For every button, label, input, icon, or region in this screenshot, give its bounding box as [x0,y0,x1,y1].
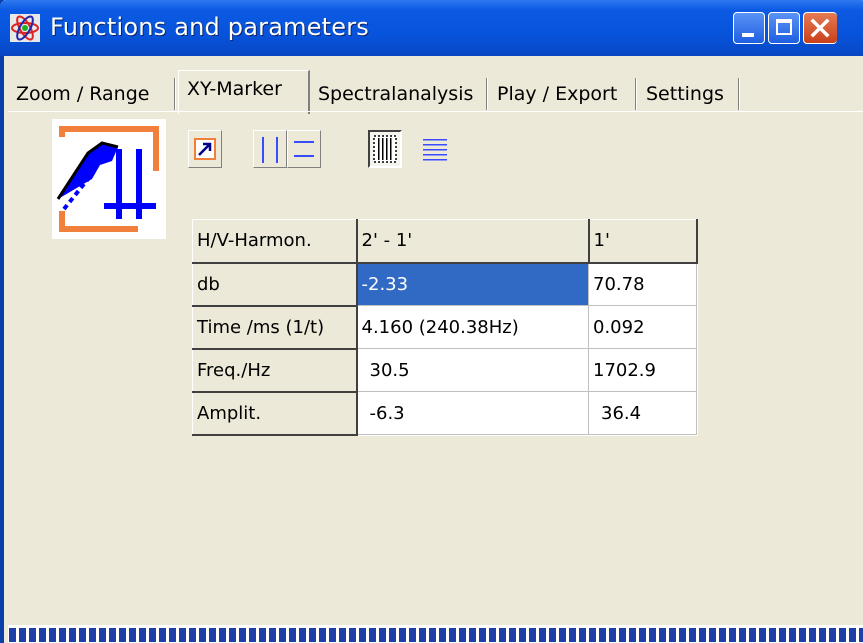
table-cell[interactable]: 1702.9 [588,348,697,392]
tab-strip: Zoom / Range XY-Marker Spectralanalysis … [8,70,863,114]
title-bar[interactable]: Functions and parameters [0,0,863,56]
tab-label: Spectralanalysis [318,83,474,105]
table-cell[interactable]: 4.160 (240.38Hz) [356,305,589,349]
window: Functions and parameters Zoom / Range XY… [0,0,863,643]
table-row: Freq./Hz 30.5 1702.9 [192,348,697,393]
arrow-icon [194,138,216,160]
tab-play-export[interactable]: Play / Export [489,76,637,112]
vertical-markers-icon [262,137,278,163]
table-cell[interactable]: -6.3 [356,391,589,435]
close-button[interactable] [803,12,837,44]
maximize-icon [776,19,792,35]
row-label: db [192,262,358,307]
table-cell[interactable]: -2.33 [356,262,589,306]
minimize-icon [742,33,754,37]
marker-arrow-button[interactable] [188,130,222,168]
header-cell: H/V-Harmon. [192,219,358,264]
tab-label: XY-Marker [187,78,282,100]
tab-xy-marker[interactable]: XY-Marker [178,70,310,114]
table-cell[interactable]: 70.78 [588,262,697,306]
horizontal-harmonic-markers-icon [423,139,447,161]
tab-spectralanalysis[interactable]: Spectralanalysis [310,76,488,112]
horizontal-markers-button[interactable] [287,130,321,168]
row-label: Time /ms (1/t) [192,305,358,350]
atom-icon[interactable] [10,14,40,42]
maximize-button[interactable] [768,12,800,44]
close-icon [810,18,830,38]
tab-zoom-range[interactable]: Zoom / Range [8,76,176,112]
tab-label: Play / Export [497,83,618,105]
marker-values-table: H/V-Harmon. 2' - 1' 1' db -2.33 70.78 Ti… [192,219,698,436]
table-row: Time /ms (1/t) 4.160 (240.38Hz) 0.092 [192,305,697,350]
vertical-harmonic-markers-icon [373,135,397,163]
window-title: Functions and parameters [50,13,370,41]
table-row: db -2.33 70.78 [192,262,697,307]
horizontal-harmonic-markers-button[interactable] [418,130,452,168]
tab-label: Settings [646,83,724,105]
row-label: Amplit. [192,391,358,436]
tab-settings[interactable]: Settings [638,76,740,112]
vertical-harmonic-markers-button[interactable] [368,130,402,168]
vertical-markers-button[interactable] [253,130,287,168]
header-cell: 2' - 1' [356,219,590,264]
xy-marker-tool-icon [52,119,166,239]
table-cell[interactable]: 0.092 [588,305,697,349]
tab-label: Zoom / Range [16,83,150,105]
table-cell[interactable]: 36.4 [588,391,697,435]
header-cell: 1' [588,219,698,264]
row-label: Freq./Hz [192,348,358,393]
table-row: Amplit. -6.3 36.4 [192,391,697,436]
minimize-button[interactable] [733,12,765,44]
progress-bar [8,625,863,643]
table-header-row: H/V-Harmon. 2' - 1' 1' [192,219,698,264]
table-cell[interactable]: 30.5 [356,348,589,392]
horizontal-markers-icon [294,141,314,157]
tab-divider [8,111,863,112]
